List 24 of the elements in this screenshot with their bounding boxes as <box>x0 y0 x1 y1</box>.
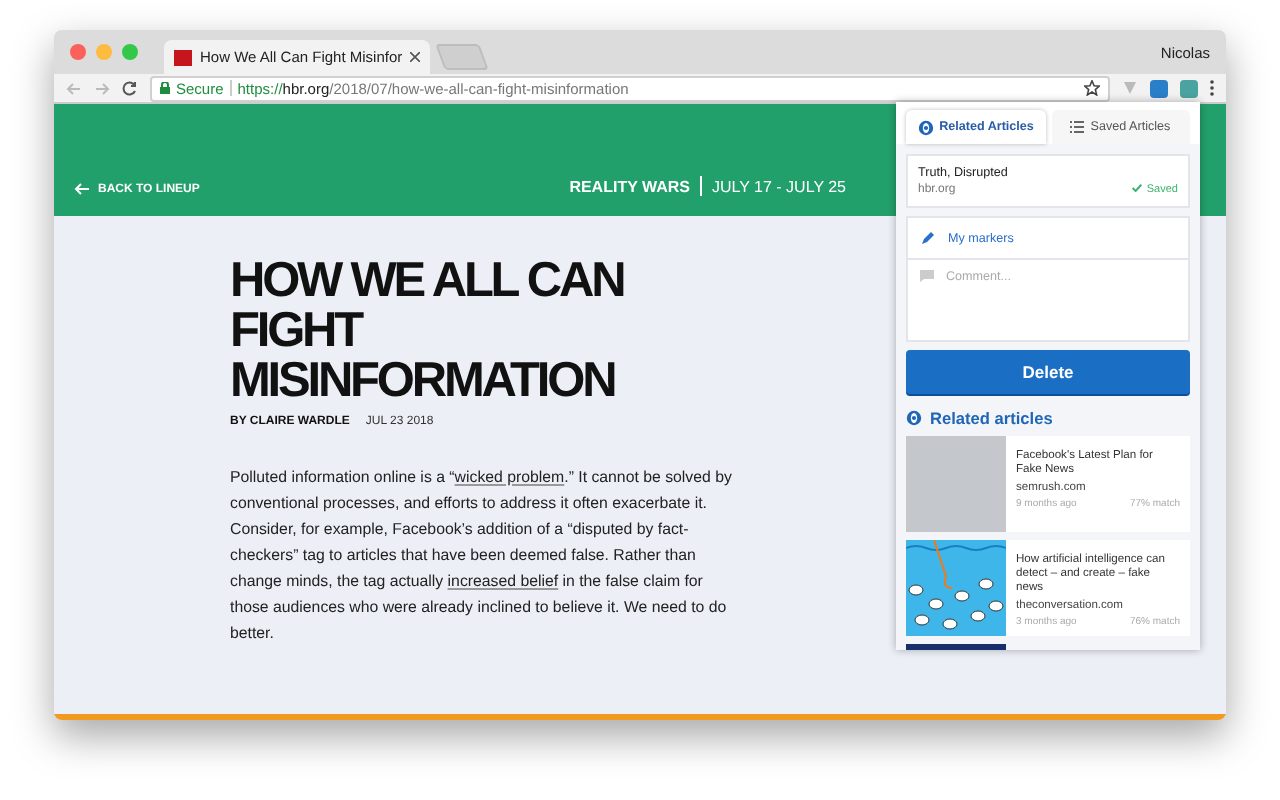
back-icon[interactable] <box>66 81 82 95</box>
marker-icon <box>920 230 936 246</box>
eye-icon <box>906 410 922 426</box>
comment-icon <box>920 270 934 282</box>
site-favicon-icon <box>174 49 192 65</box>
series-title: REALITY WARS <box>569 177 690 195</box>
close-button[interactable] <box>70 44 86 60</box>
arrow-left-icon <box>74 182 90 196</box>
lock-icon <box>160 82 170 94</box>
reload-icon[interactable] <box>122 80 138 96</box>
forward-icon[interactable] <box>94 81 110 95</box>
maximize-button[interactable] <box>122 44 138 60</box>
minimize-button[interactable] <box>96 44 112 60</box>
delete-button[interactable]: Delete <box>906 350 1190 394</box>
close-icon[interactable] <box>410 52 421 62</box>
hands-drawing <box>906 540 1006 636</box>
thumbnail-placeholder <box>906 436 1006 532</box>
star-icon[interactable] <box>1084 80 1100 96</box>
related-heading: Related articles <box>930 408 1053 428</box>
new-tab-button[interactable] <box>435 44 490 70</box>
series-dates: JULY 17 - JULY 25 <box>712 177 846 195</box>
eye-icon <box>917 119 934 135</box>
article-title: HOW WE ALL CAN FIGHT MISINFORMATION <box>230 256 626 406</box>
list-icon <box>1070 120 1085 134</box>
